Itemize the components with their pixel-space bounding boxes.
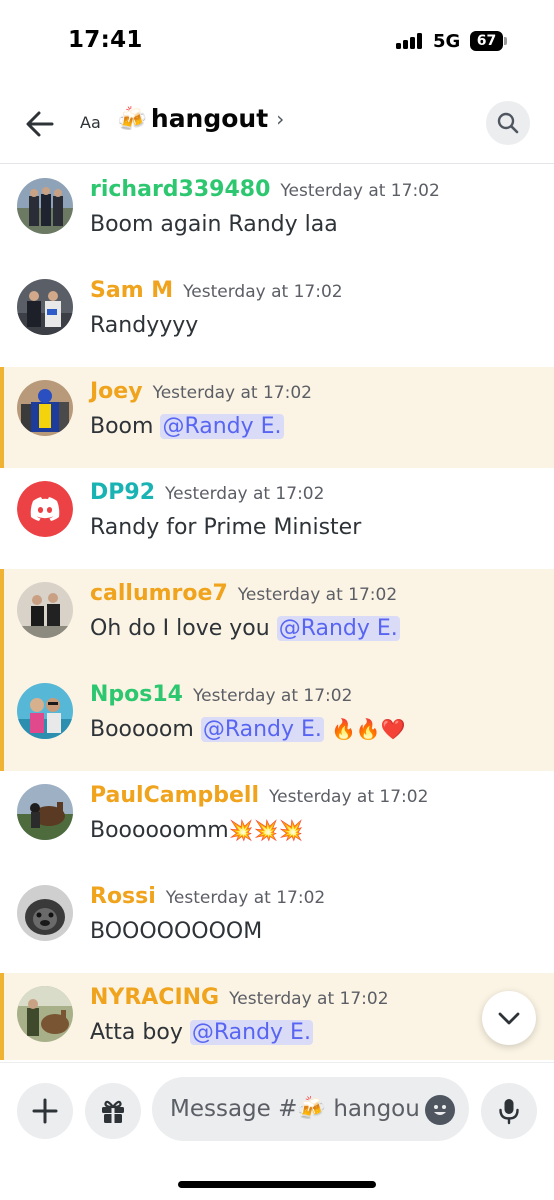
message-timestamp: Yesterday at 17:02: [165, 484, 325, 504]
message-composer: [0, 1062, 554, 1162]
message-author[interactable]: callumroe7 Yesterday at 17:02: [90, 581, 397, 606]
message-content: Booooom @Randy E. 🔥🔥❤️: [90, 717, 406, 742]
avatar[interactable]: [17, 683, 73, 739]
add-attachment-button[interactable]: [17, 1083, 73, 1139]
message-content: Oh do I love you @Randy E.: [90, 616, 400, 641]
message-timestamp: Yesterday at 17:02: [192, 686, 353, 706]
message-content: Randyyyy: [90, 313, 199, 338]
message-timestamp: Yesterday at 17:02: [269, 787, 429, 807]
message-author[interactable]: Sam M Yesterday at 17:02: [90, 278, 343, 303]
message-timestamp: Yesterday at 17:02: [183, 282, 343, 302]
discord-logo-icon: [17, 481, 73, 537]
message-content: BOOOOOOOOM: [90, 919, 263, 944]
gift-button[interactable]: [85, 1083, 141, 1139]
message-content: Randy for Prime Minister: [90, 515, 362, 540]
message[interactable]: Rossi Yesterday at 17:02 BOOOOOOOOM: [0, 872, 554, 973]
message-timestamp: Yesterday at 17:02: [165, 888, 326, 908]
message-content: Atta boy @Randy E.: [90, 1020, 313, 1045]
message[interactable]: PaulCampbell Yesterday at 17:02 Boooooomm…: [0, 771, 554, 872]
channel-header: Aa 🍻 hangout ›: [0, 84, 554, 164]
message-content: Boooooomm💥💥💥: [90, 818, 304, 843]
chevron-down-icon: [498, 1012, 520, 1025]
avatar[interactable]: [17, 582, 73, 638]
emoji-icon: [434, 1105, 446, 1115]
emoji-button[interactable]: [425, 1095, 455, 1125]
message-timestamp: Yesterday at 17:02: [280, 181, 440, 201]
status-bar: 17:41 5G 67: [0, 0, 554, 84]
battery-icon: 67: [470, 31, 507, 51]
plus-icon: [32, 1098, 58, 1124]
avatar[interactable]: [17, 885, 73, 941]
channel-name: hangout: [150, 104, 269, 133]
arrow-left-icon: [26, 111, 54, 137]
home-indicator[interactable]: [178, 1181, 376, 1188]
search-button[interactable]: [486, 101, 530, 145]
message-author[interactable]: Joey Yesterday at 17:02: [90, 379, 312, 404]
scroll-to-bottom-button[interactable]: [482, 991, 536, 1045]
text-size-button[interactable]: Aa: [80, 113, 101, 132]
cellular-signal-icon: [396, 33, 424, 49]
message-author[interactable]: NYRACING Yesterday at 17:02: [90, 985, 389, 1010]
message-content: Boom @Randy E.: [90, 414, 284, 439]
microphone-icon: [499, 1099, 519, 1125]
message-input[interactable]: [170, 1077, 420, 1141]
gift-icon: [102, 1100, 124, 1123]
message-input-container[interactable]: [152, 1077, 469, 1141]
collision-emoji: 💥💥💥: [228, 818, 304, 842]
message-timestamp: Yesterday at 17:02: [229, 989, 389, 1009]
back-button[interactable]: [20, 106, 60, 142]
status-time: 17:41: [68, 27, 143, 53]
message-content: Boom again Randy laa: [90, 212, 338, 237]
avatar[interactable]: [17, 481, 73, 537]
fire-heart-emoji: 🔥🔥❤️: [330, 717, 406, 741]
message-mentioned[interactable]: Joey Yesterday at 17:02 Boom @Randy E.: [0, 367, 554, 468]
voice-message-button[interactable]: [481, 1083, 537, 1139]
message-mentioned[interactable]: Npos14 Yesterday at 17:02 Booooom @Randy …: [0, 670, 554, 771]
message[interactable]: richard339480 Yesterday at 17:02 Boom aga…: [0, 165, 554, 266]
message-author[interactable]: DP92 Yesterday at 17:02: [90, 480, 324, 505]
user-mention[interactable]: @Randy E.: [189, 1020, 313, 1045]
message-author[interactable]: Rossi Yesterday at 17:02: [90, 884, 325, 909]
user-mention[interactable]: @Randy E.: [200, 717, 324, 742]
avatar[interactable]: [17, 178, 73, 234]
network-type: 5G: [433, 31, 461, 52]
avatar[interactable]: [17, 279, 73, 335]
message[interactable]: Sam M Yesterday at 17:02 Randyyyy: [0, 266, 554, 367]
user-mention[interactable]: @Randy E.: [276, 616, 400, 641]
beer-mugs-icon: 🍻: [117, 104, 147, 133]
battery-level: 67: [476, 33, 497, 49]
message-mentioned[interactable]: callumroe7 Yesterday at 17:02 Oh do I lov…: [0, 569, 554, 670]
message-list[interactable]: richard339480 Yesterday at 17:02 Boom aga…: [0, 165, 554, 1060]
message[interactable]: DP92 Yesterday at 17:02 Randy for Prime M…: [0, 468, 554, 569]
message-timestamp: Yesterday at 17:02: [152, 383, 312, 403]
search-icon: [497, 112, 519, 134]
message-author[interactable]: Npos14 Yesterday at 17:02: [90, 682, 352, 707]
user-mention[interactable]: @Randy E.: [160, 414, 284, 439]
avatar[interactable]: [17, 986, 73, 1042]
message-mentioned[interactable]: NYRACING Yesterday at 17:02 Atta boy @Ran…: [0, 973, 554, 1060]
avatar[interactable]: [17, 380, 73, 436]
message-author[interactable]: PaulCampbell Yesterday at 17:02: [90, 783, 428, 808]
channel-title-button[interactable]: 🍻 hangout ›: [117, 104, 284, 133]
avatar[interactable]: [17, 784, 73, 840]
message-author[interactable]: richard339480 Yesterday at 17:02: [90, 177, 440, 202]
message-timestamp: Yesterday at 17:02: [237, 585, 398, 605]
chevron-right-icon: ›: [276, 106, 285, 131]
